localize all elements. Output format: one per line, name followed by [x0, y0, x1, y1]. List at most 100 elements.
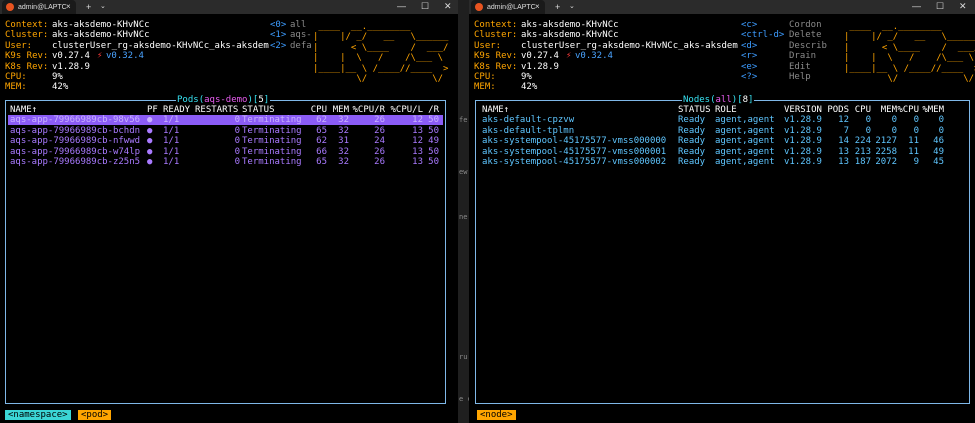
table-cell: aqs-app-79966989cb-98v56	[10, 115, 141, 126]
hotkey-key[interactable]: <1>	[270, 30, 286, 40]
column-header[interactable]: CPU	[311, 105, 327, 115]
hotkey-label[interactable]: aqs-	[290, 30, 312, 40]
table-cell: 62	[316, 136, 327, 147]
hotkey-key[interactable]: <r>	[741, 51, 757, 61]
upgrade-version: v0.32.4	[575, 51, 613, 62]
hotkey-key[interactable]: <0>	[270, 20, 286, 30]
table-cell: 32	[338, 125, 349, 136]
close-tab-icon[interactable]: ×	[66, 2, 71, 12]
column-header[interactable]: /R	[428, 105, 439, 115]
terminal-tab[interactable]: admin@LAPTC ×	[2, 0, 76, 14]
table-cell: 0	[234, 125, 240, 136]
new-tab-icon[interactable]: +	[555, 2, 560, 12]
hotkey-key[interactable]: <?>	[741, 72, 757, 82]
table-cell: 213	[854, 146, 871, 157]
column-header[interactable]: ROLE	[715, 105, 737, 115]
upgrade-bolt-icon: ⚡	[566, 51, 572, 62]
info-label: K8s Rev:	[5, 61, 49, 72]
hotkey-key[interactable]: <e>	[741, 62, 757, 72]
terminal-window-right: admin@LAPTC × + ⌄ — ☐ ✕ Context: aks-aksd…	[469, 0, 975, 423]
column-header[interactable]: %CPU/R	[352, 105, 385, 115]
column-header[interactable]: NAME↑	[482, 105, 509, 115]
table-cell: 0	[938, 115, 944, 126]
hotkey-key[interactable]: <d>	[741, 41, 757, 51]
hotkey-label[interactable]: Drain	[789, 51, 816, 61]
hotkey-label[interactable]: Help	[789, 72, 811, 82]
hotkey-label[interactable]: Edit	[789, 62, 811, 72]
column-header[interactable]: VERSION	[784, 105, 822, 115]
table-cell: 2127	[875, 136, 897, 147]
column-header[interactable]: STATUS	[242, 105, 275, 115]
column-header[interactable]: READY	[163, 105, 190, 115]
minimize-icon[interactable]: —	[397, 1, 406, 11]
logo-line: ____ __.________	[313, 22, 449, 32]
logo-line: \/ \/	[313, 74, 449, 85]
column-header[interactable]: PF	[147, 105, 158, 115]
hotkey-key[interactable]: <c>	[741, 20, 757, 30]
close-window-icon[interactable]: ✕	[959, 1, 967, 11]
table-cell: 13	[412, 125, 423, 136]
table-cell: 62	[316, 115, 327, 126]
table-cell: agent,agent	[715, 125, 775, 136]
info-label: CPU:	[474, 72, 496, 82]
crumb-node[interactable]: <node>	[477, 410, 516, 420]
terminal-area[interactable]: Context: aks-aksdemo-KHvNCc Cluster: aks-ak…	[469, 14, 975, 423]
hotkey-label[interactable]: all	[290, 20, 306, 30]
column-header[interactable]: STATUS	[678, 105, 711, 115]
close-window-icon[interactable]: ✕	[444, 1, 452, 11]
table-cell: 0	[865, 125, 871, 136]
hotkey-key[interactable]: <ctrl-d>	[741, 30, 784, 40]
column-header[interactable]: NAME↑	[10, 105, 37, 115]
maximize-icon[interactable]: ☐	[936, 1, 944, 11]
new-tab-icon[interactable]: +	[86, 2, 91, 12]
column-header[interactable]: %CPU	[897, 105, 919, 115]
table-cell: 1/1	[163, 136, 180, 147]
table-cell: 11	[908, 136, 919, 147]
close-tab-icon[interactable]: ×	[535, 2, 540, 12]
minimize-icon[interactable]: —	[912, 1, 921, 11]
info-value: 9%	[521, 72, 532, 82]
logo-line: | | \ / /\___ \	[313, 53, 449, 64]
hotkey-label[interactable]: Describ	[789, 41, 827, 51]
table-cell: agent,agent	[715, 157, 775, 167]
table-cell: aqs-app-79966989cb-nfwwd	[10, 136, 141, 147]
table-cell: 45	[933, 157, 944, 167]
terminal-area[interactable]: Context: aks-aksdemo-KHvNCc Cluster: aks-ak…	[0, 14, 458, 423]
table-cell: 0	[891, 115, 897, 126]
logo-line: | |/ _/ __ \______	[313, 32, 449, 43]
crumb-pod[interactable]: <pod>	[78, 410, 112, 420]
info-label: K9s Rev:	[474, 51, 518, 62]
table-cell: 50	[428, 157, 439, 167]
info-label: CPU:	[5, 72, 27, 82]
table-cell: 65	[316, 157, 327, 167]
hotkey-label[interactable]: Delete	[789, 30, 822, 40]
maximize-icon[interactable]: ☐	[421, 1, 429, 11]
info-label: Context:	[474, 20, 518, 30]
column-header[interactable]: PODS	[827, 105, 849, 115]
info-label: K8s Rev:	[474, 61, 518, 72]
tab-title: admin@LAPTC	[18, 4, 67, 11]
hotkey-label[interactable]: defa	[290, 41, 312, 51]
hotkey-label[interactable]: Cordon	[789, 20, 822, 30]
column-header[interactable]: CPU	[855, 105, 871, 115]
table-cell: 31	[338, 136, 349, 147]
info-value: v0.27.4	[52, 51, 90, 62]
column-header[interactable]: RESTARTS	[195, 105, 238, 115]
hotkey-key[interactable]: <2>	[270, 41, 286, 51]
ubuntu-icon	[475, 3, 483, 11]
table-cell: 49	[933, 146, 944, 157]
crumb-namespace[interactable]: <namespace>	[5, 410, 71, 420]
column-header[interactable]: MEM	[881, 105, 897, 115]
tab-dropdown-icon[interactable]: ⌄	[100, 2, 106, 12]
table-cell: Ready	[678, 157, 706, 167]
table-cell: Terminating	[242, 157, 302, 167]
column-header[interactable]: %CPU/L	[390, 105, 423, 115]
table-cell: 26	[374, 125, 385, 136]
table-cell: 26	[374, 146, 385, 157]
terminal-tab[interactable]: admin@LAPTC ×	[471, 0, 545, 14]
tab-dropdown-icon[interactable]: ⌄	[569, 2, 575, 12]
column-header[interactable]: MEM	[333, 105, 349, 115]
table-cell: 1/1	[163, 146, 180, 157]
info-label: Cluster:	[5, 30, 49, 41]
column-header[interactable]: %MEM	[922, 105, 944, 115]
